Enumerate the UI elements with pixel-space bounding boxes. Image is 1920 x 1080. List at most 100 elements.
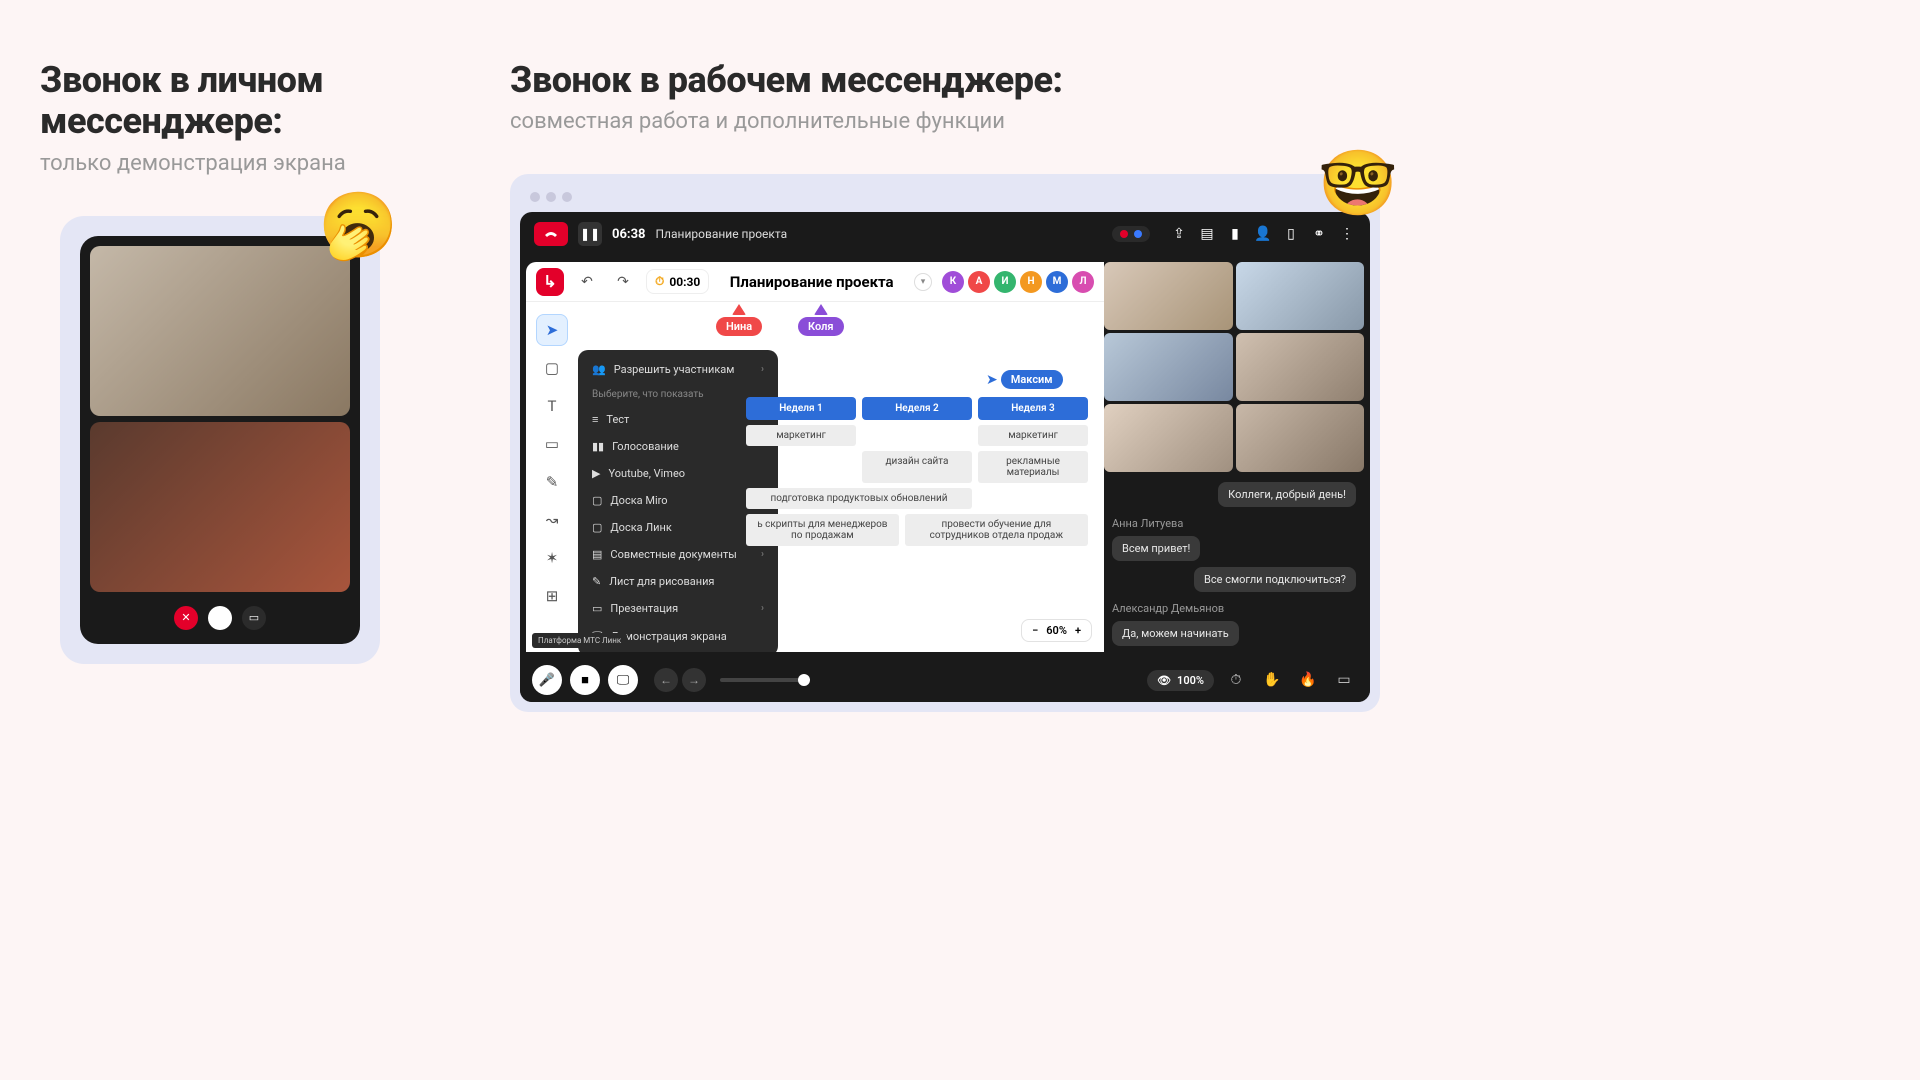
plan-cell[interactable]: дизайн сайта — [862, 451, 972, 483]
participant-video-grid — [1104, 262, 1364, 472]
video-cell[interactable] — [1236, 333, 1365, 401]
week-header: Неделя 2 — [862, 397, 972, 420]
ctx-allow-participants[interactable]: 👥Разрешить участникам› — [578, 356, 778, 383]
next-button[interactable]: → — [682, 668, 706, 692]
avatar: А — [968, 271, 990, 293]
app-window: ❚❚ 06:38 Планирование проекта ⇪ ▤ ▮ 👤 ▯ … — [510, 174, 1380, 712]
prev-button[interactable]: ← — [654, 668, 678, 692]
zoom-slider[interactable] — [720, 678, 810, 682]
call-title: Планирование проекта — [656, 227, 788, 241]
avatar-stack[interactable]: К А И Н М Л — [942, 271, 1094, 293]
cursor-kolya: Коля — [798, 304, 844, 336]
pen-icon: ✎ — [592, 575, 601, 588]
left-title: Звонок в личном мессенджере: — [40, 60, 460, 143]
avatar: И — [994, 271, 1016, 293]
recording-indicator[interactable] — [1112, 226, 1150, 242]
share-icon[interactable]: ⇪ — [1170, 225, 1188, 243]
board-title: Планирование проекта — [719, 273, 904, 291]
plan-cell[interactable]: маркетинг — [746, 425, 856, 446]
chat-icon[interactable]: ▮ — [1226, 225, 1244, 243]
right-subtitle: совместная работа и дополнительные функц… — [510, 109, 1402, 134]
plan-grid[interactable]: Неделя 1 Неделя 2 Неделя 3 маркетинг мар… — [746, 397, 1088, 546]
chat-message: Всем привет! — [1112, 536, 1200, 561]
presentation-icon: ▭ — [592, 602, 602, 615]
hand-icon[interactable]: ✋ — [1258, 666, 1286, 694]
plan-cell[interactable]: провести обучение для сотрудников отдела… — [905, 514, 1088, 546]
view-percent[interactable]: 👁100% — [1147, 670, 1214, 691]
cursor-nina: Нина — [716, 304, 762, 336]
users-icon: 👥 — [592, 363, 606, 376]
platform-tag: Платформа МТС Линк — [532, 633, 627, 648]
cursor-maksim: ➤Максим — [986, 370, 1063, 389]
more-icon[interactable]: ⋮ — [1338, 225, 1356, 243]
fire-icon[interactable]: 🔥 — [1294, 666, 1322, 694]
plan-cell[interactable]: подготовка продуктовых обновлений — [746, 488, 972, 509]
ctx-presentation[interactable]: ▭Презентация› — [578, 595, 778, 622]
video-cell[interactable] — [1236, 404, 1365, 472]
screen-button[interactable]: ▭ — [242, 606, 266, 630]
phone-mockup: ✕ ■ ▭ — [60, 216, 380, 664]
participants-icon[interactable]: 👤 — [1254, 225, 1272, 243]
week-header: Неделя 3 — [978, 397, 1088, 420]
avatar: Л — [1072, 271, 1094, 293]
clipboard-icon[interactable]: ▤ — [1198, 225, 1216, 243]
tool-connector[interactable]: ↝ — [536, 504, 568, 536]
zoom-control[interactable]: −60%+ — [1021, 619, 1092, 642]
chat-message: Да, можем начинать — [1112, 621, 1239, 646]
right-title: Звонок в рабочем мессенджере: — [510, 60, 1402, 101]
tool-frame[interactable]: ✶ — [536, 542, 568, 574]
phone-video-1 — [90, 246, 350, 416]
tool-shape[interactable]: ▭ — [536, 428, 568, 460]
hangup-button[interactable] — [534, 222, 568, 246]
pause-button[interactable]: ❚❚ — [578, 222, 602, 246]
avatar: К — [942, 271, 964, 293]
chat-message: Все смогли подключиться? — [1194, 567, 1356, 592]
video-cell[interactable] — [1104, 262, 1233, 330]
ctx-draw[interactable]: ✎Лист для рисования — [578, 568, 778, 595]
plan-cell[interactable]: ь скрипты для менеджеров по продажам — [746, 514, 899, 546]
avatar: М — [1046, 271, 1068, 293]
layout-icon[interactable]: ▭ — [1330, 666, 1358, 694]
emoji-yawn: 🥱 — [318, 188, 398, 263]
phone-video-2 — [90, 422, 350, 592]
tool-grid[interactable]: ⊞ — [536, 580, 568, 612]
tool-text[interactable]: T — [536, 390, 568, 422]
link-icon[interactable]: ⚭ — [1310, 225, 1328, 243]
tool-pen[interactable]: ✎ — [536, 466, 568, 498]
whiteboard-area[interactable]: ↳ ↶ ↷ ⏱00:30 Планирование проекта ▾ К А … — [526, 262, 1104, 652]
tool-cursor[interactable]: ➤ — [536, 314, 568, 346]
tool-column: ➤ ▢ T ▭ ✎ ↝ ✶ ⊞ — [534, 314, 570, 612]
board-timer[interactable]: ⏱00:30 — [646, 269, 709, 294]
mic-button[interactable]: 🎤 — [532, 665, 562, 695]
chat-area: Коллеги, добрый день! Анна Литуева Всем … — [1104, 472, 1364, 652]
stopwatch-icon[interactable]: ⏱ — [1222, 666, 1250, 694]
document-icon[interactable]: ▯ — [1282, 225, 1300, 243]
board-logo-icon: ↳ — [536, 268, 564, 296]
video-icon: ▶ — [592, 467, 600, 480]
list-icon: ≡ — [592, 413, 598, 426]
emoji-nerd: 🤓 — [1318, 146, 1398, 221]
share-button[interactable]: 🖵 — [608, 665, 638, 695]
chat-sender: Александр Демьянов — [1112, 602, 1356, 615]
chat-message: Коллеги, добрый день! — [1218, 482, 1356, 507]
camera-button[interactable]: ■ — [208, 606, 232, 630]
title-dropdown[interactable]: ▾ — [914, 273, 932, 291]
left-subtitle: только демонстрация экрана — [40, 151, 460, 176]
bottom-bar: 🎤 ■ 🖵 ← → 👁100% ⏱ ✋ 🔥 ▭ — [520, 658, 1370, 702]
window-traffic-lights — [520, 184, 1370, 212]
plan-cell[interactable]: рекламные материалы — [978, 451, 1088, 483]
video-cell[interactable] — [1236, 262, 1365, 330]
call-timer: 06:38 — [612, 227, 646, 242]
board-icon: ▢ — [592, 521, 602, 534]
week-header: Неделя 1 — [746, 397, 856, 420]
video-cell[interactable] — [1104, 333, 1233, 401]
video-cell[interactable] — [1104, 404, 1233, 472]
tool-sticky[interactable]: ▢ — [536, 352, 568, 384]
mute-button[interactable]: ✕ — [174, 606, 198, 630]
redo-button[interactable]: ↷ — [610, 269, 636, 295]
cam-button[interactable]: ■ — [570, 665, 600, 695]
plan-cell[interactable]: маркетинг — [978, 425, 1088, 446]
board-icon: ▢ — [592, 494, 602, 507]
doc-icon: ▤ — [592, 548, 602, 561]
undo-button[interactable]: ↶ — [574, 269, 600, 295]
